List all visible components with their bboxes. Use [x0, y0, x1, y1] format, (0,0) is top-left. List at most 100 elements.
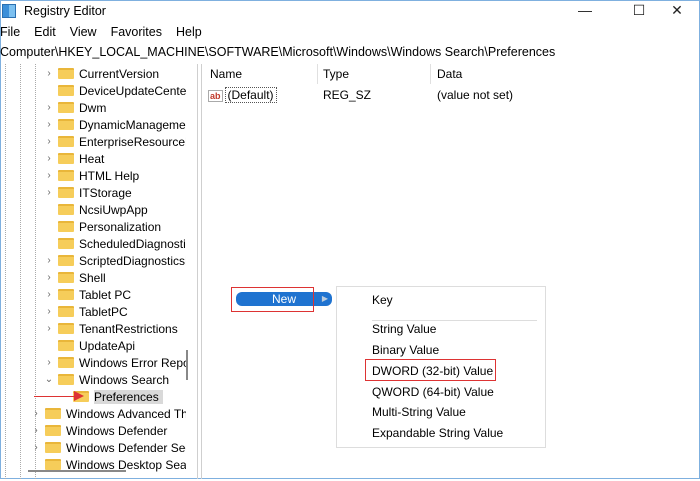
- column-name[interactable]: Name: [210, 67, 242, 81]
- tree-node[interactable]: › Shell: [43, 269, 186, 286]
- folder-icon: [45, 425, 61, 436]
- window-title: Registry Editor: [24, 4, 106, 18]
- chevron-right-icon[interactable]: ›: [43, 68, 55, 79]
- tree-node[interactable]: › Heat: [43, 150, 186, 167]
- tree-node-label: Windows Advanced Thr: [66, 406, 186, 421]
- tree-node-label: Shell: [79, 270, 106, 285]
- tree-node[interactable]: Personalization: [43, 218, 186, 235]
- chevron-right-icon[interactable]: ›: [43, 136, 55, 147]
- column-type[interactable]: Type: [323, 67, 349, 81]
- column-divider: [317, 64, 318, 84]
- tree-node[interactable]: › Windows Defender Secu: [30, 439, 186, 456]
- tree-node[interactable]: › CurrentVersion: [43, 65, 186, 82]
- close-button[interactable]: ✕: [654, 0, 700, 22]
- folder-icon: [58, 102, 74, 113]
- menu-edit[interactable]: Edit: [34, 25, 56, 39]
- dword-highlight-box: [365, 359, 496, 381]
- new-highlight-box: [231, 287, 314, 312]
- tree-node[interactable]: › Windows Defender: [30, 422, 186, 439]
- folder-icon: [45, 408, 61, 419]
- menu-item-binary-value[interactable]: Binary Value: [372, 343, 439, 357]
- tree-node-label: Windows Error Repo: [79, 355, 186, 370]
- tree-node-label: TabletPC: [79, 304, 128, 319]
- chevron-right-icon[interactable]: ›: [43, 119, 55, 130]
- tree-node-label: NcsiUwpApp: [79, 202, 148, 217]
- folder-icon: [58, 153, 74, 164]
- column-divider: [430, 64, 431, 84]
- chevron-down-icon[interactable]: ⌄: [43, 374, 55, 385]
- tree-node-label: DynamicManageme: [79, 117, 186, 132]
- chevron-right-icon[interactable]: ›: [43, 272, 55, 283]
- menu-file[interactable]: File: [0, 25, 20, 39]
- chevron-right-icon[interactable]: ›: [43, 306, 55, 317]
- folder-icon: [58, 85, 74, 96]
- tree-node[interactable]: › Windows Error Repo: [43, 354, 186, 371]
- menu-item-key[interactable]: Key: [372, 293, 393, 307]
- chevron-right-icon[interactable]: ›: [43, 289, 55, 300]
- tree-node[interactable]: › TabletPC: [43, 303, 186, 320]
- folder-icon: [58, 187, 74, 198]
- folder-icon: [58, 340, 74, 351]
- submenu-arrow-icon: ▶: [321, 294, 328, 303]
- tree-node[interactable]: › ITStorage: [43, 184, 186, 201]
- menu-bar: File Edit View Favorites Help: [0, 22, 700, 42]
- tree-node-label: UpdateApi: [79, 338, 136, 353]
- folder-icon: [58, 238, 74, 249]
- chevron-right-icon[interactable]: ›: [43, 323, 55, 334]
- tree-node[interactable]: › HTML Help: [43, 167, 186, 184]
- chevron-right-icon[interactable]: ›: [43, 153, 55, 164]
- chevron-right-icon[interactable]: ›: [43, 170, 55, 181]
- folder-icon: [58, 289, 74, 300]
- menu-item-qword-value[interactable]: QWORD (64-bit) Value: [372, 385, 494, 399]
- chevron-right-icon[interactable]: ›: [30, 442, 42, 453]
- tree-node[interactable]: › Tablet PC: [43, 286, 186, 303]
- tree-node[interactable]: DeviceUpdateCenter: [43, 82, 186, 99]
- value-row[interactable]: ab (Default): [208, 87, 277, 103]
- vertical-scrollbar[interactable]: [186, 350, 188, 380]
- tree-node[interactable]: Preferences: [70, 388, 186, 405]
- folder-icon: [58, 323, 74, 334]
- folder-icon: [58, 306, 74, 317]
- tree-node-label: EnterpriseResourceM: [79, 134, 186, 149]
- value-data: (value not set): [437, 88, 514, 102]
- folder-icon: [58, 374, 74, 385]
- menu-favorites[interactable]: Favorites: [111, 25, 162, 39]
- menu-item-string-value[interactable]: String Value: [372, 322, 436, 336]
- tree-node[interactable]: › TenantRestrictions: [43, 320, 186, 337]
- folder-icon: [58, 204, 74, 215]
- tree-node[interactable]: ⌄ Windows Search: [43, 371, 186, 388]
- chevron-right-icon[interactable]: ›: [43, 102, 55, 113]
- column-data[interactable]: Data: [437, 67, 462, 81]
- tree-node[interactable]: › DynamicManageme: [43, 116, 186, 133]
- tree-node[interactable]: › Windows Advanced Thr: [30, 405, 186, 422]
- minimize-button[interactable]: —: [562, 0, 608, 22]
- tree-node-label: Windows Search: [79, 372, 170, 387]
- tree-node[interactable]: Windows Desktop Searc: [30, 456, 186, 473]
- tree-node-label: Windows Desktop Searc: [66, 457, 186, 472]
- tree-node-label: DeviceUpdateCenter: [79, 83, 186, 98]
- menu-item-multi-string-value[interactable]: Multi-String Value: [372, 405, 466, 419]
- menu-item-expandable-string-value[interactable]: Expandable String Value: [372, 426, 503, 440]
- folder-icon: [45, 459, 61, 470]
- tree-node-label: Dwm: [79, 100, 107, 115]
- chevron-right-icon[interactable]: ›: [43, 357, 55, 368]
- tree-node[interactable]: › ScriptedDiagnosticsP: [43, 252, 186, 269]
- address-bar[interactable]: Computer\HKEY_LOCAL_MACHINE\SOFTWARE\Mic…: [0, 42, 700, 62]
- tree-node[interactable]: › Dwm: [43, 99, 186, 116]
- tree-node[interactable]: UpdateApi: [43, 337, 186, 354]
- chevron-right-icon[interactable]: ›: [30, 408, 42, 419]
- menu-view[interactable]: View: [70, 25, 97, 39]
- registry-tree: › CurrentVersion DeviceUpdateCenter › Dwm › Dy…: [0, 64, 198, 479]
- chevron-right-icon[interactable]: ›: [43, 255, 55, 266]
- tree-node[interactable]: NcsiUwpApp: [43, 201, 186, 218]
- tree-node[interactable]: ScheduledDiagnostic: [43, 235, 186, 252]
- folder-icon: [58, 357, 74, 368]
- chevron-right-icon[interactable]: ›: [43, 187, 55, 198]
- menu-help[interactable]: Help: [176, 25, 202, 39]
- tree-node[interactable]: › EnterpriseResourceM: [43, 133, 186, 150]
- red-arrow-head-icon: [74, 391, 84, 401]
- chevron-right-icon[interactable]: ›: [30, 425, 42, 436]
- tree-node-label: TenantRestrictions: [79, 321, 178, 336]
- folder-icon: [58, 221, 74, 232]
- tree-guide: [5, 64, 6, 479]
